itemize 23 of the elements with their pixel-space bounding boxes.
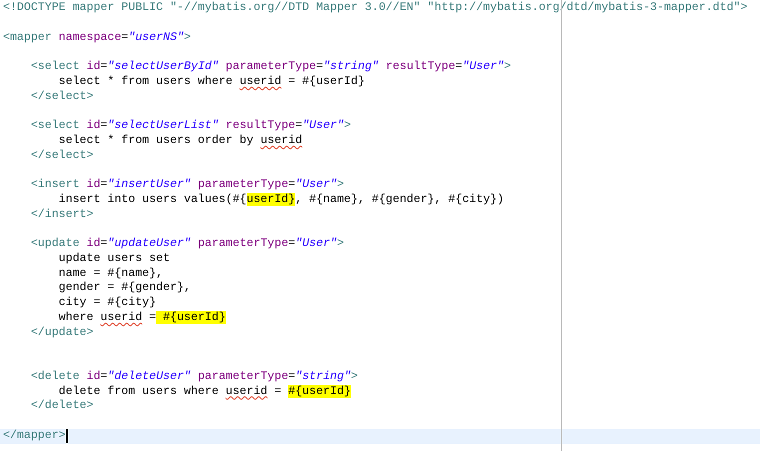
code-line: gender = #{gender},: [58, 281, 191, 296]
code-line: </update>: [30, 326, 94, 340]
code-line: <delete id="deleteUser" parameterType="string">: [30, 370, 358, 384]
code-line: select * from users where userid = #{userId}: [58, 74, 365, 90]
code-line: where userid = #{userId}: [58, 310, 226, 326]
code-line: </insert>: [30, 208, 94, 222]
code-line: <insert id="insertUser" parameterType="User">: [30, 178, 344, 193]
code-line: </delete>: [30, 399, 94, 414]
code-line: </mapper>: [3, 428, 66, 444]
text-cursor: [66, 429, 68, 444]
code-line: </select>: [30, 90, 94, 104]
code-line: </select>: [30, 148, 94, 164]
code-line: insert into users values(#{userId}, #{name}, #{gender}, #{city}): [58, 192, 504, 208]
code-line: <mapper namespace="userNS">: [3, 30, 191, 46]
code-line: delete from users where userid = #{userId}: [58, 384, 351, 400]
code-line: update users set: [58, 252, 170, 266]
code-line: name = #{name},: [58, 266, 164, 282]
code-line: city = #{city}: [58, 296, 156, 311]
code-line: <update id="updateUser" parameterType="User">: [30, 237, 344, 252]
code-line: <select id="selectUserList" resultType="User">: [30, 119, 351, 134]
code-line: <select id="selectUserById" parameterType="string" resultType="User">: [30, 60, 511, 75]
code-line: <!DOCTYPE mapper PUBLIC "-//mybatis.org//DTD Mapper 3.0//EN" "http://mybatis.org/dtd/mybatis-3-mapper.dtd">: [3, 1, 748, 16]
code-line: select * from users order by userid: [58, 134, 302, 148]
